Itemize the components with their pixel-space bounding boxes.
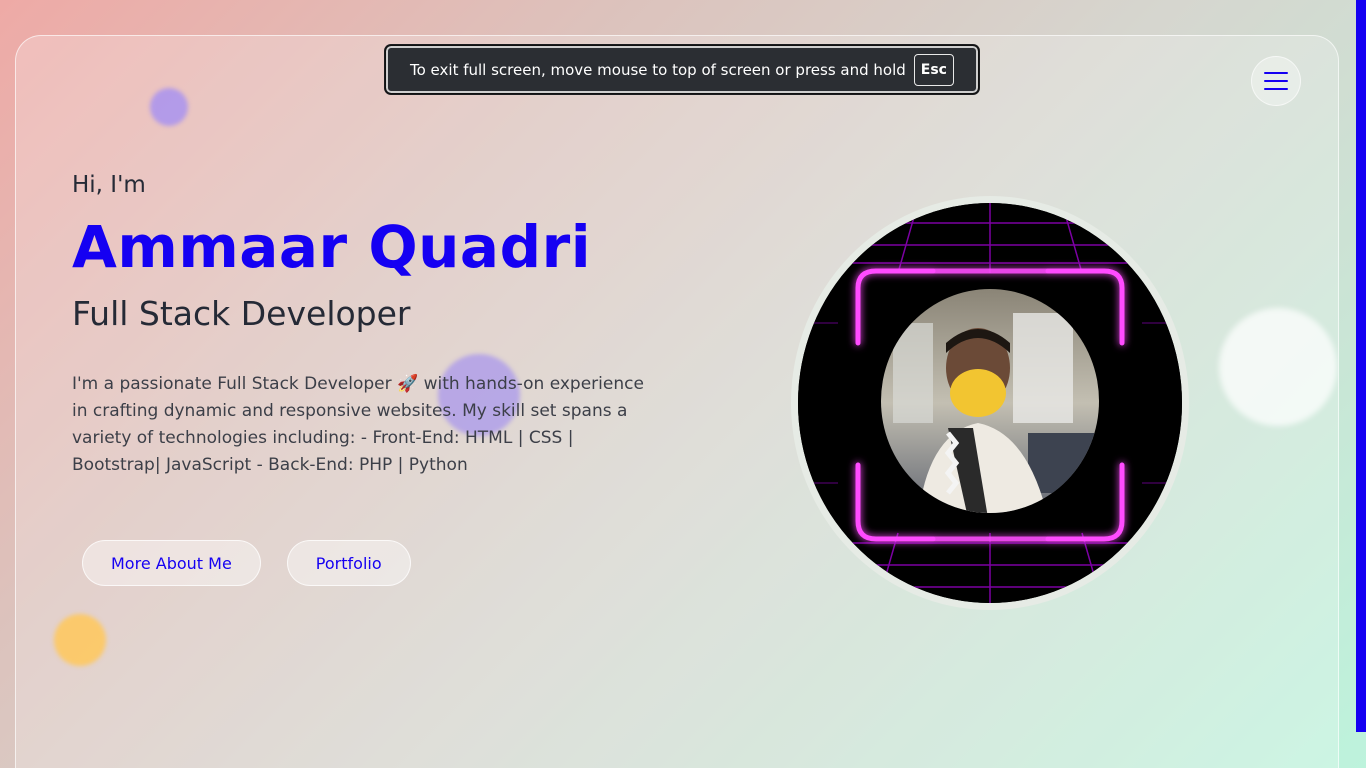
decorative-blob-white	[1219, 308, 1337, 426]
hero-actions: More About Me Portfolio	[82, 540, 411, 586]
developer-name: Ammaar Quadri	[72, 213, 592, 281]
scrollbar[interactable]	[1356, 0, 1366, 732]
hero-intro: Hi, I'm Ammaar Quadri Full Stack Develop…	[72, 172, 672, 479]
developer-role: Full Stack Developer	[72, 294, 411, 333]
profile-avatar	[791, 196, 1189, 610]
neon-frame-portrait	[798, 203, 1182, 603]
portfolio-button[interactable]: Portfolio	[286, 540, 411, 586]
fullscreen-notice-text: To exit full screen, move mouse to top o…	[410, 60, 906, 79]
more-about-me-button[interactable]: More About Me	[82, 540, 261, 586]
profile-photo	[798, 203, 1182, 603]
hero-card: Hi, I'm Ammaar Quadri Full Stack Develop…	[15, 35, 1339, 768]
hamburger-menu-icon	[1264, 72, 1288, 90]
decorative-blob-purple	[150, 88, 188, 126]
esc-key-badge: Esc	[913, 53, 954, 86]
menu-button[interactable]	[1251, 56, 1301, 106]
greeting-text: Hi, I'm	[72, 172, 146, 198]
bio-text: I'm a passionate Full Stack Developer 🚀 …	[72, 374, 644, 475]
decorative-blob-yellow	[54, 614, 106, 666]
fullscreen-exit-notice: To exit full screen, move mouse to top o…	[385, 45, 979, 94]
